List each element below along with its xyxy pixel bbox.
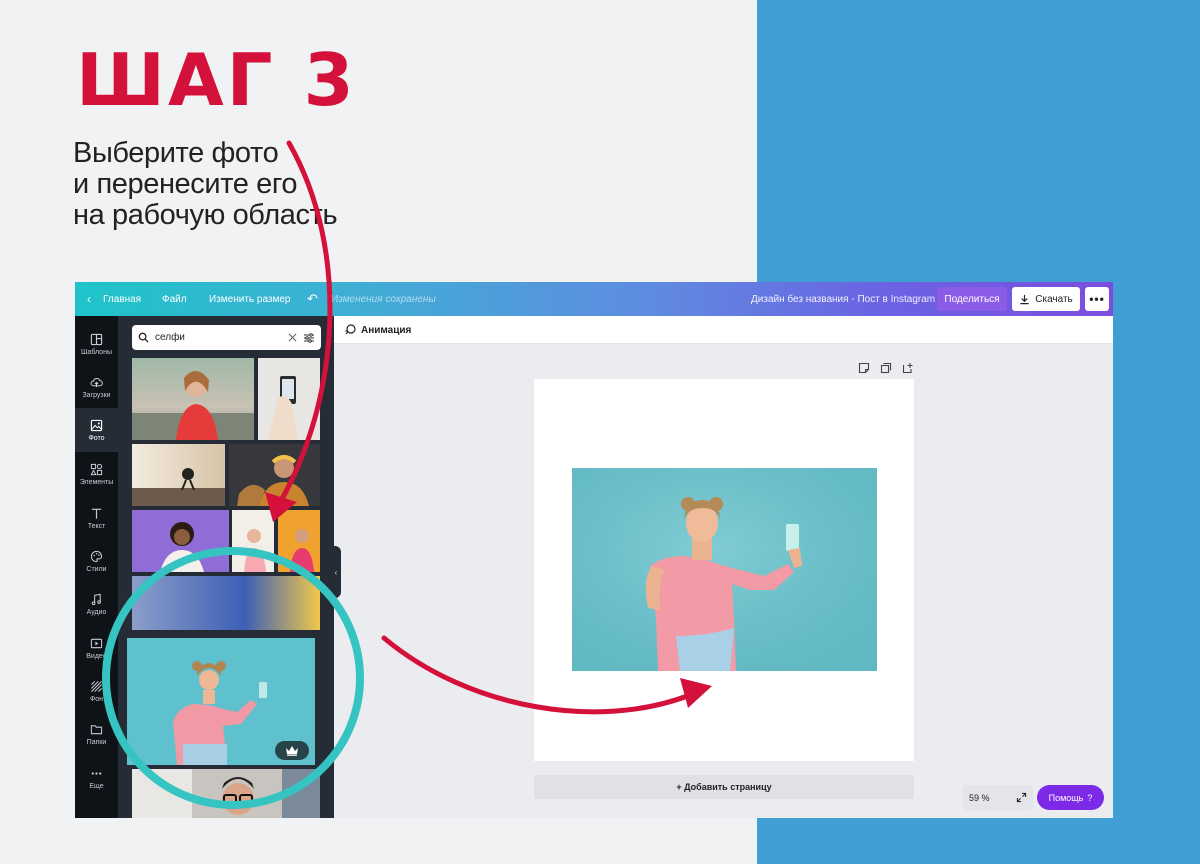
sidebar-item-label: Фото xyxy=(88,434,105,442)
text-icon xyxy=(91,508,102,519)
design-canvas[interactable] xyxy=(534,379,914,761)
sidebar-item-folders[interactable]: Папки xyxy=(75,712,118,756)
photo-thumbnail[interactable] xyxy=(132,358,254,440)
chevron-left-icon[interactable]: ‹ xyxy=(87,282,91,316)
photo-thumbnail[interactable] xyxy=(132,769,320,818)
sidebar-item-elements[interactable]: Элементы xyxy=(75,452,118,496)
step-description: Выберите фото и перенесите его на рабочу… xyxy=(73,138,413,231)
folder-icon xyxy=(90,724,103,734)
search-input[interactable]: селфи xyxy=(155,332,282,343)
search-bar[interactable]: селфи xyxy=(132,325,321,350)
step-description-line: и перенесите его xyxy=(73,168,298,200)
search-icon xyxy=(138,332,149,343)
editor-sidebar: Шаблоны Загрузки Фото Элементы Текст Сти… xyxy=(75,316,118,818)
canvas-photo[interactable] xyxy=(572,468,877,671)
duplicate-page-icon[interactable] xyxy=(880,362,892,374)
sidebar-item-label: Текст xyxy=(87,522,106,530)
share-button[interactable]: Поделиться xyxy=(937,287,1007,311)
zoom-level: 59 % xyxy=(969,792,990,803)
collapse-panel-button[interactable]: ‹ xyxy=(331,546,341,598)
design-title[interactable]: Дизайн без названия - Пост в Instagram xyxy=(751,282,935,316)
upload-cloud-icon xyxy=(90,377,103,387)
photos-panel: селфи xyxy=(118,316,334,818)
shapes-icon xyxy=(90,463,103,475)
pattern-icon xyxy=(91,680,102,692)
saved-status: Изменения сохранены xyxy=(331,293,436,305)
photo-thumbnail[interactable] xyxy=(132,576,320,630)
home-link[interactable]: Главная xyxy=(103,282,141,316)
step-description-line: Выберите фото xyxy=(73,137,279,169)
editor-toolbar: Анимация xyxy=(334,316,1113,344)
animation-label: Анимация xyxy=(361,324,412,336)
selected-photo-thumbnail[interactable] xyxy=(127,638,315,765)
help-button[interactable]: Помощь ? xyxy=(1037,785,1104,810)
photo-thumbnail[interactable] xyxy=(229,444,320,506)
more-options-button[interactable]: ••• xyxy=(1085,287,1109,311)
editor-topbar: ‹ Главная Файл Изменить размер ↶ Изменен… xyxy=(75,282,1113,316)
palette-icon xyxy=(90,550,103,562)
video-icon xyxy=(90,638,103,648)
sidebar-item-audio[interactable]: Аудио xyxy=(75,582,118,626)
more-dots-icon xyxy=(91,771,102,775)
filter-icon[interactable] xyxy=(303,332,315,344)
help-label: Помощь xyxy=(1048,792,1084,803)
photo-thumbnail[interactable] xyxy=(278,510,320,572)
sidebar-item-label: Еще xyxy=(89,782,104,790)
step-title: ШАГ 3 xyxy=(76,38,357,122)
sidebar-item-uploads[interactable]: Загрузки xyxy=(75,365,118,409)
photo-thumbnail[interactable] xyxy=(132,510,229,572)
download-label: Скачать xyxy=(1035,293,1073,305)
sidebar-item-photos[interactable]: Фото xyxy=(75,408,118,452)
animation-icon xyxy=(345,324,356,335)
question-mark-icon: ? xyxy=(1087,792,1093,803)
sidebar-item-label: Шаблоны xyxy=(81,348,112,356)
photo-thumbnail[interactable] xyxy=(258,358,320,440)
add-page-button[interactable]: + Добавить страницу xyxy=(534,775,914,799)
download-icon xyxy=(1020,294,1029,304)
templates-icon xyxy=(90,333,103,345)
sidebar-item-templates[interactable]: Шаблоны xyxy=(75,322,118,366)
file-menu[interactable]: Файл xyxy=(162,282,187,316)
sidebar-item-label: Видео xyxy=(86,652,107,660)
zoom-control[interactable]: 59 % xyxy=(963,785,1033,810)
page-controls xyxy=(858,362,914,374)
sidebar-item-label: Фон xyxy=(89,695,104,703)
resize-button[interactable]: Изменить размер xyxy=(209,282,290,316)
undo-icon[interactable]: ↶ xyxy=(307,282,318,316)
sidebar-item-label: Загрузки xyxy=(82,391,111,399)
sidebar-item-video[interactable]: Видео xyxy=(75,626,118,670)
sidebar-item-more[interactable]: Еще xyxy=(75,756,118,800)
sidebar-item-text[interactable]: Текст xyxy=(75,496,118,540)
add-page-icon[interactable] xyxy=(902,362,914,374)
sidebar-item-label: Папки xyxy=(86,738,107,746)
sidebar-item-label: Аудио xyxy=(86,608,107,616)
music-note-icon xyxy=(91,593,101,605)
crown-icon xyxy=(275,741,309,760)
photo-icon xyxy=(90,419,103,431)
sidebar-item-label: Элементы xyxy=(79,478,114,486)
sidebar-item-background[interactable]: Фон xyxy=(75,669,118,713)
note-icon[interactable] xyxy=(858,362,870,374)
photo-thumbnail[interactable] xyxy=(132,444,225,506)
step-description-line: на рабочую область xyxy=(73,199,338,231)
canva-editor-window: ‹ Главная Файл Изменить размер ↶ Изменен… xyxy=(75,282,1113,818)
fullscreen-icon[interactable] xyxy=(1016,792,1027,803)
close-icon[interactable] xyxy=(288,333,297,342)
photo-thumbnail[interactable] xyxy=(232,510,274,572)
sidebar-item-styles[interactable]: Стили xyxy=(75,539,118,583)
download-button[interactable]: Скачать xyxy=(1012,287,1080,311)
sidebar-item-label: Стили xyxy=(86,565,107,573)
animation-button[interactable]: Анимация xyxy=(344,316,411,344)
